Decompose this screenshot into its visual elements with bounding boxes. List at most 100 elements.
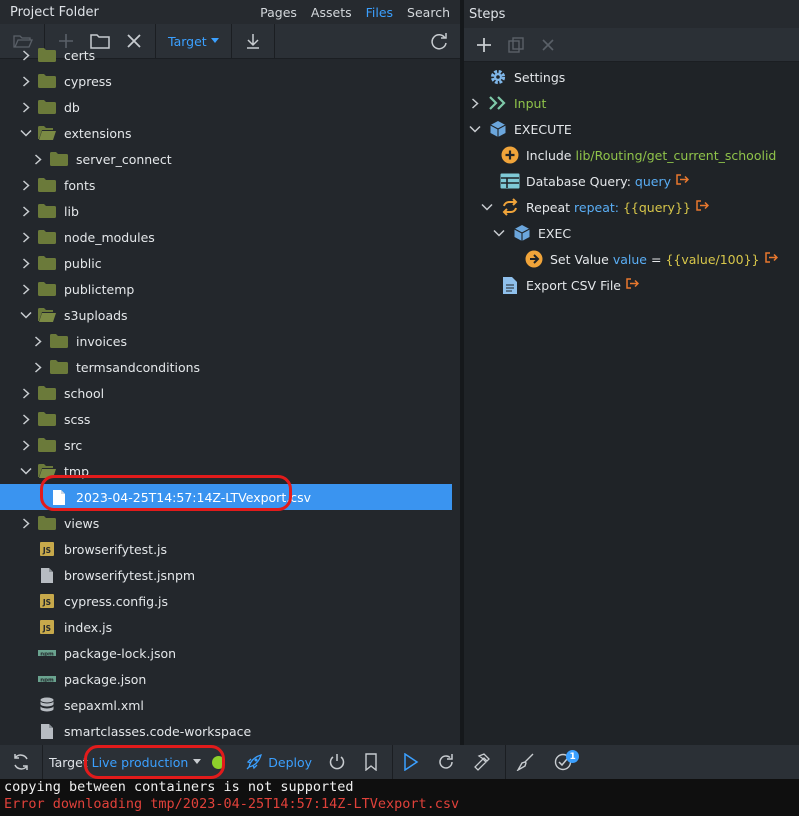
folder-icon [38,47,56,63]
tree-item-label: lib [64,203,79,219]
build-button[interactable] [463,745,499,779]
chevron-right-icon[interactable] [20,439,32,451]
file-row[interactable]: smartclasses.code-workspace [0,718,460,744]
chevron-down-icon[interactable] [20,465,32,477]
chevron-down-icon[interactable] [20,127,32,139]
step-row[interactable]: Repeat repeat: {{query}} [464,194,799,220]
chevron-right-icon[interactable] [20,257,32,269]
file-row[interactable]: npm package-lock.json [0,640,460,666]
folder-icon [38,411,56,427]
chevron-right-icon[interactable] [32,361,44,373]
folder-row[interactable]: fonts [0,172,460,198]
folder-row[interactable]: tmp [0,458,460,484]
folder-row[interactable]: invoices [0,328,460,354]
chevron-right-icon[interactable] [20,75,32,87]
refresh-button[interactable] [0,745,42,779]
folder-row[interactable]: termsandconditions [0,354,460,380]
folder-row[interactable]: s3uploads [0,302,460,328]
deploy-button[interactable]: Deploy [245,753,312,771]
folder-row[interactable]: server_connect [0,146,460,172]
folder-row[interactable]: publictemp [0,276,460,302]
add-step-button[interactable] [468,27,500,62]
step-row[interactable]: Include lib/Routing/get_current_schoolid [464,142,799,168]
tab-search[interactable]: Search [407,5,450,20]
tab-assets[interactable]: Assets [311,5,352,20]
folder-row[interactable]: db [0,94,460,120]
folder-row[interactable]: lib [0,198,460,224]
folder-icon [38,177,56,193]
folder-row[interactable]: src [0,432,460,458]
chevron-down-icon[interactable] [492,229,506,237]
run-button[interactable] [393,745,429,779]
lint-button[interactable] [506,745,546,779]
file-row[interactable]: JS index.js [0,614,460,640]
chevron-right-icon[interactable] [468,97,482,109]
folder-row[interactable]: certs [0,42,460,68]
step-param: query [634,173,672,189]
file-row[interactable]: 2023-04-25T14:57:14Z-LTVexport.csv [0,475,452,511]
table-icon [500,172,520,190]
folder-row[interactable]: scss [0,406,460,432]
folder-row[interactable]: cypress [0,68,460,94]
bookmark-button[interactable] [354,745,388,779]
folder-row[interactable]: views [0,510,460,536]
file-row[interactable]: browserifytest.jsnpm [0,562,460,588]
chevron-right-icon[interactable] [20,517,32,529]
remove-step-button[interactable] [532,27,564,62]
chevron-right-icon[interactable] [20,101,32,113]
tab-pages[interactable]: Pages [260,5,297,20]
play-icon [404,753,419,771]
file-row[interactable]: JS browserifytest.js [0,536,460,562]
tab-files[interactable]: Files [366,5,393,20]
folder-row[interactable]: school [0,380,460,406]
step-row[interactable]: Input [464,90,799,116]
chevron-right-icon[interactable] [20,283,32,295]
chevron-right-icon[interactable] [20,179,32,191]
chevron-right-icon[interactable] [32,335,44,347]
tree-item-label: public [64,255,102,271]
tree-item-label: db [64,99,80,115]
chevron-down-icon[interactable] [480,203,494,211]
step-row[interactable]: EXEC [464,220,799,246]
chevron-down-icon[interactable] [468,125,482,133]
npm-icon: npm [38,645,56,661]
redo-icon [439,754,453,769]
doc-icon [500,276,520,294]
step-param: {{value/100}} [665,251,760,267]
chevron-right-icon[interactable] [32,153,44,165]
step-param: value [612,251,647,267]
copy-step-button[interactable] [500,27,532,62]
tree-item-label: browserifytest.jsnpm [64,567,196,583]
chevron-down-icon[interactable] [20,309,32,321]
tree-item-label: src [64,437,83,453]
step-row[interactable]: Database Query: query [464,168,799,194]
chevron-right-icon[interactable] [20,413,32,425]
chevron-right-icon[interactable] [20,205,32,217]
power-button[interactable] [320,745,354,779]
step-row[interactable]: Export CSV File [464,272,799,298]
file-row[interactable]: npm package.json [0,666,460,692]
notifications-button[interactable]: 1 [546,745,580,779]
folder-row[interactable]: public [0,250,460,276]
chevron-right-icon[interactable] [20,387,32,399]
file-icon [38,723,56,739]
caret-down-icon [193,759,202,764]
folder-row[interactable]: node_modules [0,224,460,250]
svg-text:npm: npm [40,678,54,684]
svg-text:npm: npm [40,652,54,658]
file-row[interactable]: JS cypress.config.js [0,588,460,614]
restart-button[interactable] [429,745,463,779]
input-icon [488,94,508,112]
step-row[interactable]: EXECUTE [464,116,799,142]
tree-item-label: invoices [76,333,127,349]
file-row[interactable]: sepaxml.xml [0,692,460,718]
chevron-right-icon[interactable] [20,49,32,61]
chevron-right-icon[interactable] [20,231,32,243]
step-row[interactable]: Set Value value = {{value/100}} [464,246,799,272]
folder-row[interactable]: extensions [0,120,460,146]
gear-icon [488,68,508,86]
target-select[interactable]: Live production [83,744,226,779]
step-row[interactable]: Settings [464,64,799,90]
